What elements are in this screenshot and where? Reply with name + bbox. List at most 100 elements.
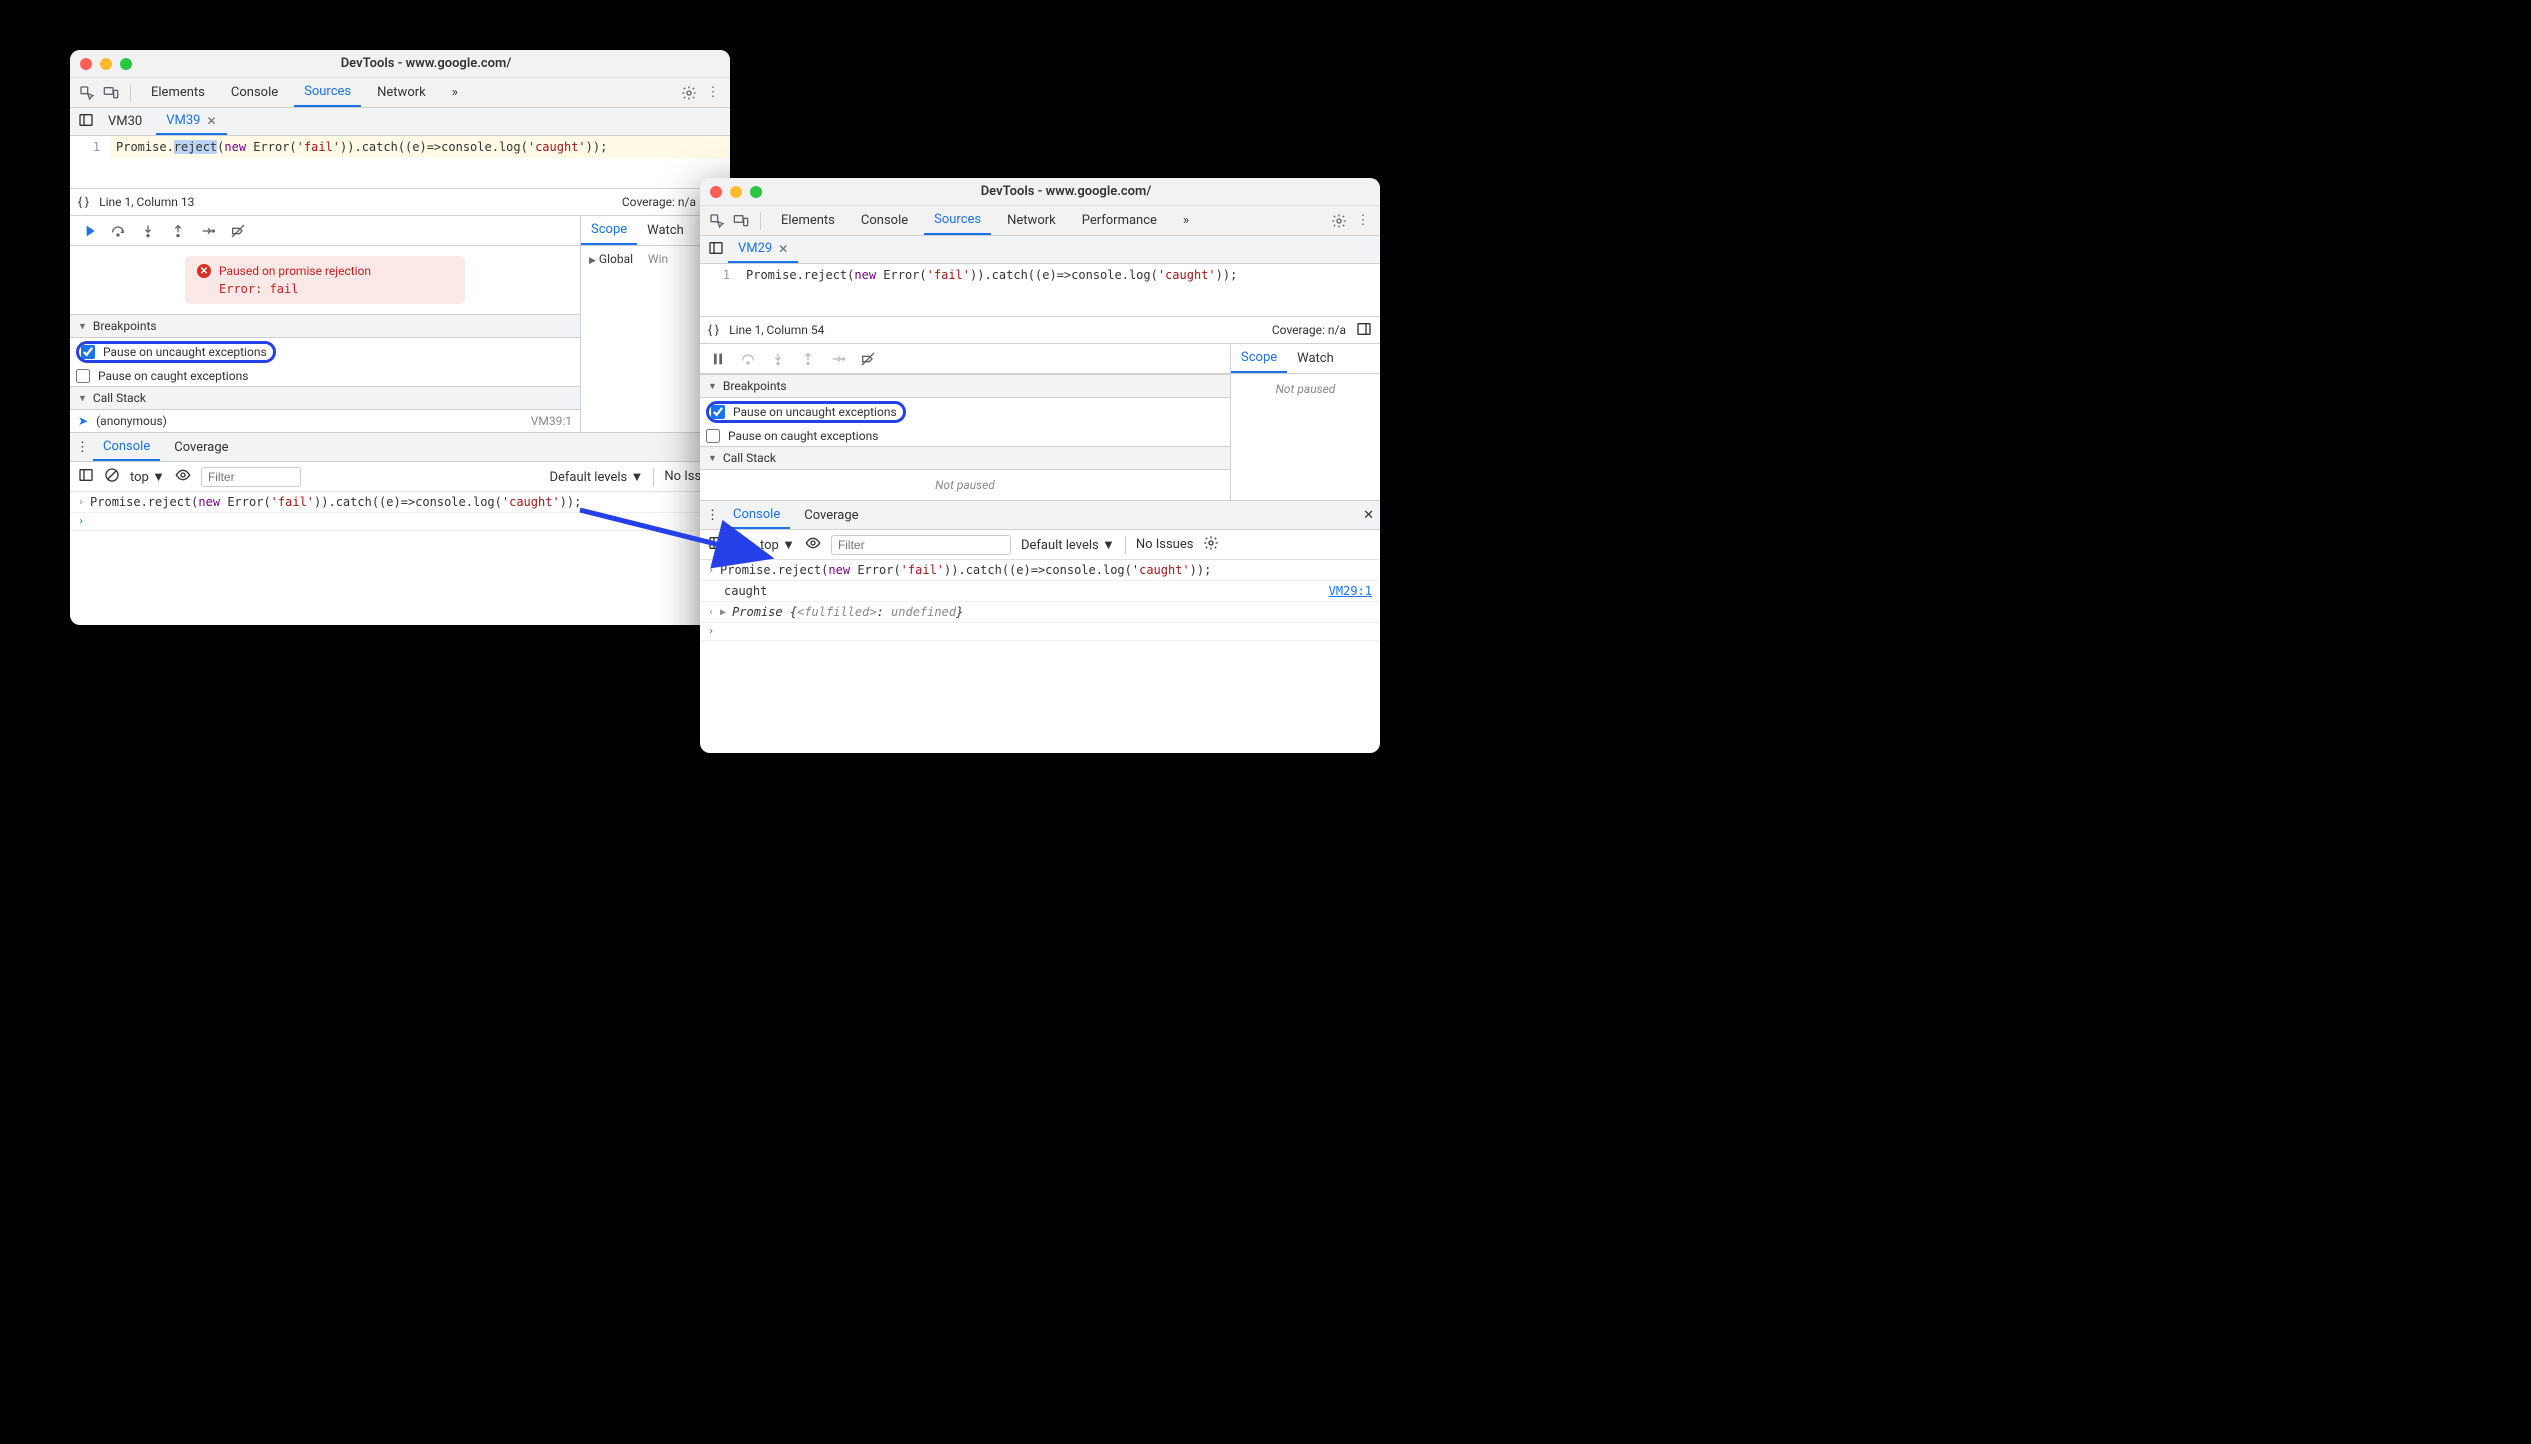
tab-elements[interactable]: Elements: [771, 206, 845, 235]
file-tab-vm30[interactable]: VM30: [98, 108, 152, 135]
source-link[interactable]: VM29:1: [1329, 584, 1372, 598]
pause-icon[interactable]: [710, 351, 726, 367]
scope-global-label[interactable]: Global: [599, 252, 633, 266]
clear-console-icon[interactable]: [734, 535, 750, 555]
console-result-row[interactable]: ‹ ▶ Promise {<fulfilled>: undefined}: [700, 602, 1380, 623]
tab-scope[interactable]: Scope: [1231, 344, 1287, 373]
maximize-icon[interactable]: [750, 186, 762, 198]
breakpoints-heading[interactable]: ▼Breakpoints: [700, 374, 1230, 398]
resume-icon[interactable]: [80, 223, 96, 239]
tabs-overflow[interactable]: »: [1173, 206, 1199, 235]
context-selector[interactable]: top ▼: [130, 469, 165, 485]
code-line[interactable]: Promise.reject(new Error('fail')).catch(…: [110, 136, 730, 158]
kebab-icon[interactable]: ⋮: [1354, 212, 1372, 230]
maximize-icon[interactable]: [120, 58, 132, 70]
tab-network[interactable]: Network: [367, 78, 436, 107]
callstack-heading[interactable]: ▼Call Stack: [700, 446, 1230, 470]
console-input-row[interactable]: › Promise.reject(new Error('fail')).catc…: [70, 492, 730, 513]
checkbox-pause-uncaught[interactable]: [81, 345, 95, 359]
sidebar-toggle-icon[interactable]: [1356, 321, 1372, 340]
eye-icon[interactable]: [805, 535, 821, 555]
console-prompt[interactable]: ›: [700, 623, 1380, 641]
file-tab-vm29[interactable]: VM29✕: [728, 236, 798, 263]
tab-sources[interactable]: Sources: [924, 206, 991, 235]
drawer-tab-coverage[interactable]: Coverage: [164, 433, 238, 461]
navigator-toggle-icon[interactable]: [78, 112, 94, 132]
breakpoint-row-uncaught[interactable]: Pause on uncaught exceptions: [700, 398, 1230, 426]
clear-console-icon[interactable]: [104, 467, 120, 487]
levels-selector[interactable]: Default levels ▼: [549, 469, 643, 485]
tab-network[interactable]: Network: [997, 206, 1066, 235]
levels-selector[interactable]: Default levels ▼: [1021, 537, 1115, 553]
breakpoint-row-caught[interactable]: Pause on caught exceptions: [70, 366, 580, 386]
breakpoint-row-caught[interactable]: Pause on caught exceptions: [700, 426, 1230, 446]
deactivate-breakpoints-icon[interactable]: [860, 351, 876, 367]
device-toggle-icon[interactable]: [102, 84, 120, 102]
tab-console[interactable]: Console: [851, 206, 918, 235]
format-icon[interactable]: { }: [708, 323, 719, 337]
kebab-icon[interactable]: ⋮: [706, 508, 719, 523]
frame-location[interactable]: VM39:1: [531, 414, 572, 428]
step-out-icon[interactable]: [170, 223, 186, 239]
kebab-icon[interactable]: ⋮: [704, 84, 722, 102]
checkbox-pause-uncaught[interactable]: [711, 405, 725, 419]
drawer-tab-console[interactable]: Console: [93, 433, 160, 461]
kebab-icon[interactable]: ⋮: [76, 440, 89, 455]
gear-icon[interactable]: [1203, 535, 1219, 555]
console-input-row[interactable]: › Promise.reject(new Error('fail')).catc…: [700, 560, 1380, 581]
code-editor[interactable]: 1 Promise.reject(new Error('fail')).catc…: [700, 264, 1380, 286]
chevron-right-icon[interactable]: ▶: [720, 607, 726, 618]
close-icon[interactable]: ✕: [778, 242, 788, 256]
tab-watch[interactable]: Watch: [637, 216, 694, 245]
tab-performance[interactable]: Performance: [1072, 206, 1167, 235]
separator: [760, 212, 761, 230]
filter-input[interactable]: [201, 467, 301, 487]
pause-message-head: ✕ Paused on promise rejection: [197, 264, 453, 278]
minimize-icon[interactable]: [100, 58, 112, 70]
step-icon[interactable]: [200, 223, 216, 239]
tab-elements[interactable]: Elements: [141, 78, 215, 107]
code-line[interactable]: Promise.reject(new Error('fail')).catch(…: [740, 264, 1380, 286]
context-selector[interactable]: top ▼: [760, 537, 795, 553]
console-prompt[interactable]: ›: [70, 513, 730, 531]
close-icon[interactable]: [710, 186, 722, 198]
tab-sources[interactable]: Sources: [294, 78, 361, 107]
step-into-icon[interactable]: [140, 223, 156, 239]
step-over-icon[interactable]: [110, 223, 126, 239]
tab-scope[interactable]: Scope: [581, 216, 637, 245]
inspect-icon[interactable]: [708, 212, 726, 230]
device-toggle-icon[interactable]: [732, 212, 750, 230]
gear-icon[interactable]: [680, 84, 698, 102]
checkbox-pause-caught[interactable]: [706, 429, 720, 443]
tab-watch[interactable]: Watch: [1287, 344, 1344, 373]
tabs-overflow[interactable]: »: [442, 78, 468, 107]
format-icon[interactable]: { }: [78, 195, 89, 209]
deactivate-breakpoints-icon[interactable]: [230, 223, 246, 239]
tab-console[interactable]: Console: [221, 78, 288, 107]
breakpoints-heading[interactable]: ▼Breakpoints: [70, 314, 580, 338]
sidebar-toggle-icon[interactable]: [78, 467, 94, 487]
code-editor[interactable]: 1 Promise.reject(new Error('fail')).catc…: [70, 136, 730, 158]
gear-icon[interactable]: [1330, 212, 1348, 230]
callstack-frame[interactable]: ➤ (anonymous) VM39:1: [70, 410, 580, 432]
drawer-tab-coverage[interactable]: Coverage: [794, 501, 868, 529]
console-body: › Promise.reject(new Error('fail')).catc…: [700, 560, 1380, 641]
sidebar-toggle-icon[interactable]: [708, 535, 724, 555]
close-icon[interactable]: ✕: [1363, 508, 1374, 523]
issues-label[interactable]: No Issues: [1136, 537, 1194, 552]
callstack-heading[interactable]: ▼Call Stack: [70, 386, 580, 410]
file-tab-vm39[interactable]: VM39✕: [156, 108, 226, 135]
breakpoint-row-uncaught[interactable]: Pause on uncaught exceptions: [70, 338, 580, 366]
console-log-row[interactable]: caught VM29:1: [700, 581, 1380, 602]
drawer-tab-console[interactable]: Console: [723, 501, 790, 529]
checkbox-pause-caught[interactable]: [76, 369, 90, 383]
eye-icon[interactable]: [175, 467, 191, 487]
window-title: DevTools - www.google.com/: [132, 56, 720, 71]
inspect-icon[interactable]: [78, 84, 96, 102]
minimize-icon[interactable]: [730, 186, 742, 198]
close-icon[interactable]: [80, 58, 92, 70]
close-icon[interactable]: ✕: [207, 114, 217, 128]
chevron-right-icon[interactable]: ▶: [589, 256, 596, 266]
filter-input[interactable]: [831, 535, 1011, 555]
navigator-toggle-icon[interactable]: [708, 240, 724, 260]
